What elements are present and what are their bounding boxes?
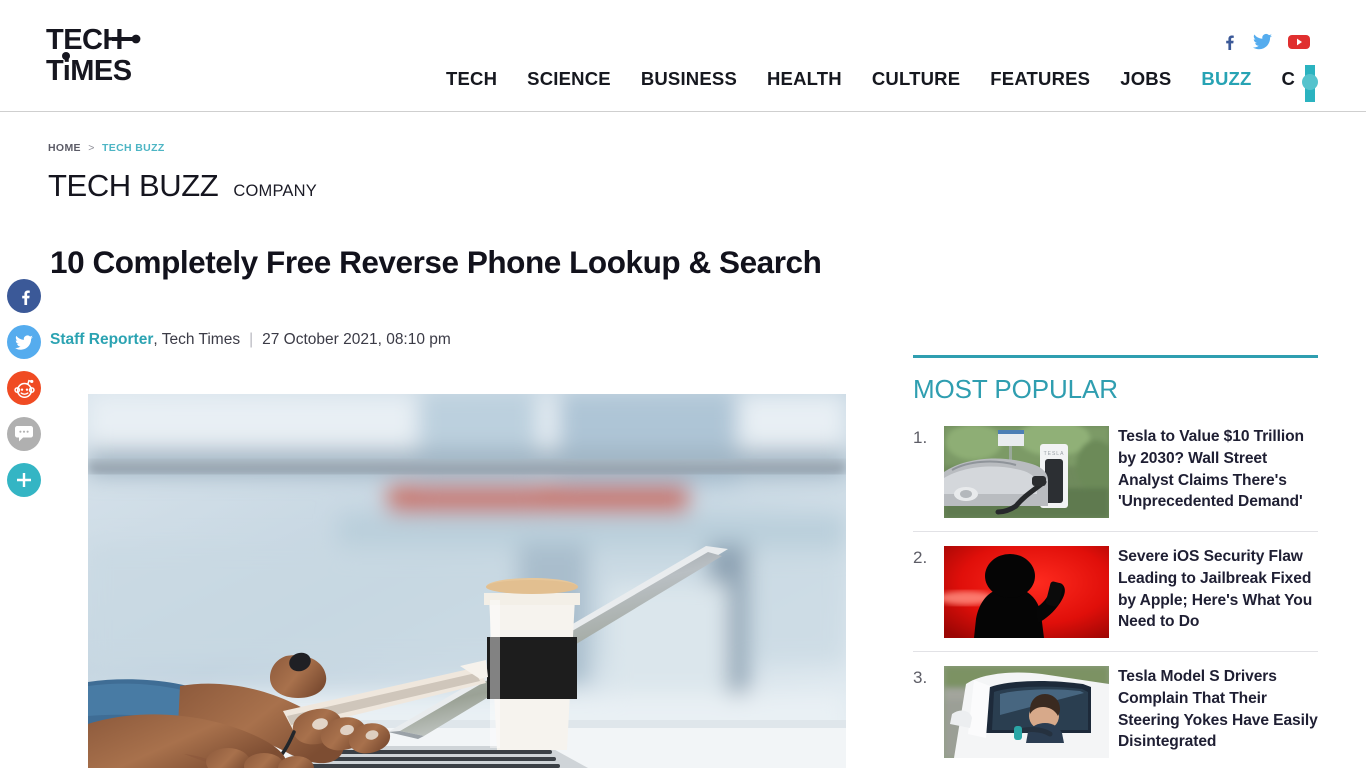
headline-text: Tesla Model S Drivers Complain That Thei… (1118, 668, 1318, 751)
twitter-icon (15, 334, 33, 350)
share-reddit-button[interactable] (7, 371, 41, 405)
headline-text: Tesla to Value $10 Trillion by 2030? Wal… (1118, 428, 1304, 511)
nav-item-features[interactable]: FEATURES (990, 68, 1090, 90)
red-silhouette-photo (944, 546, 1109, 638)
article-author[interactable]: Staff Reporter (50, 331, 153, 348)
breadcrumb-home[interactable]: HOME (48, 142, 81, 154)
share-facebook-button[interactable] (7, 279, 41, 313)
thumbnail-tesla-charger: TESLA (944, 426, 1109, 518)
nav-item-health[interactable]: HEALTH (767, 68, 842, 90)
most-popular-list: 1. TESLA Tesla to Value $10 Trillion by … (913, 420, 1318, 768)
article-byline: Staff Reporter, Tech Times | 27 October 20… (50, 331, 451, 349)
nav-item-business[interactable]: BUSINESS (641, 68, 737, 90)
rank-label: 1. (913, 428, 928, 447)
most-popular-heading: MOST POPULAR (913, 374, 1118, 404)
site-logo[interactable]: TECH TiMES (46, 25, 166, 87)
breadcrumb-current[interactable]: TECH BUZZ (102, 142, 165, 154)
nav-item-jobs[interactable]: JOBS (1120, 68, 1171, 90)
main-navigation: TECH SCIENCE BUSINESS HEALTH CULTURE FEA… (446, 68, 1366, 90)
thumbnail-red-silhouette (944, 546, 1109, 638)
comment-button[interactable] (7, 417, 41, 451)
share-more-button[interactable] (7, 463, 41, 497)
list-item[interactable]: 1. TESLA Tesla to Value $10 Trillion by … (913, 420, 1318, 532)
most-popular-panel: MOST POPULAR 1. TESLA Tesla to Value $10… (913, 355, 1318, 768)
car-driver-photo (944, 666, 1109, 758)
nav-item-buzz[interactable]: BUZZ (1201, 68, 1251, 90)
facebook-icon (21, 290, 30, 305)
nav-item-clipped[interactable]: C (1282, 68, 1296, 90)
page-subtitle: COMPANY (233, 182, 317, 200)
byline-separator: | (249, 331, 254, 348)
site-header: TECH TiMES TECH SCIENCE BUSINESS HEALTH … (0, 0, 1366, 112)
svg-text:TECH: TECH (46, 25, 123, 56)
scrollbar-thumb[interactable] (1302, 74, 1318, 90)
article-hero-image (88, 394, 846, 768)
nav-item-science[interactable]: SCIENCE (527, 68, 611, 90)
svg-text:TESLA: TESLA (1044, 451, 1065, 457)
thumbnail-car-driver (944, 666, 1109, 758)
tech-times-logo-mark: TECH TiMES (46, 25, 141, 87)
tesla-charger-photo: TESLA (944, 426, 1109, 518)
plus-icon (17, 473, 31, 487)
reddit-icon (13, 379, 35, 398)
share-rail (7, 279, 41, 497)
page-scrollbar[interactable] (1302, 65, 1318, 102)
article-headline: 10 Completely Free Reverse Phone Lookup … (50, 244, 822, 280)
hero-photo (88, 394, 846, 768)
share-twitter-button[interactable] (7, 325, 41, 359)
comment-bubble-icon (15, 426, 33, 442)
youtube-icon[interactable] (1288, 34, 1310, 50)
headline-text: Severe iOS Security Flaw Leading to Jail… (1118, 548, 1313, 631)
list-item[interactable]: 2. Severe iOS Security Flaw Leading to J… (913, 532, 1318, 652)
list-item[interactable]: 3. Tesla Model S Drivers Complain That T… (913, 652, 1318, 768)
article-publication: , Tech Times (153, 331, 241, 348)
twitter-icon[interactable] (1253, 33, 1272, 50)
breadcrumb-separator: > (88, 142, 95, 154)
page-title: TECH BUZZ (48, 168, 219, 203)
nav-item-tech[interactable]: TECH (446, 68, 497, 90)
section-header: TECH BUZZ COMPANY (48, 168, 317, 204)
breadcrumb: HOME > TECH BUZZ (48, 142, 165, 154)
svg-text:TiMES: TiMES (46, 55, 132, 87)
facebook-icon[interactable] (1220, 33, 1237, 50)
rank-label: 2. (913, 548, 928, 567)
article-date: 27 October 2021, 08:10 pm (262, 331, 451, 348)
header-social-links (1220, 33, 1310, 50)
rank-label: 3. (913, 668, 928, 687)
nav-item-culture[interactable]: CULTURE (872, 68, 960, 90)
